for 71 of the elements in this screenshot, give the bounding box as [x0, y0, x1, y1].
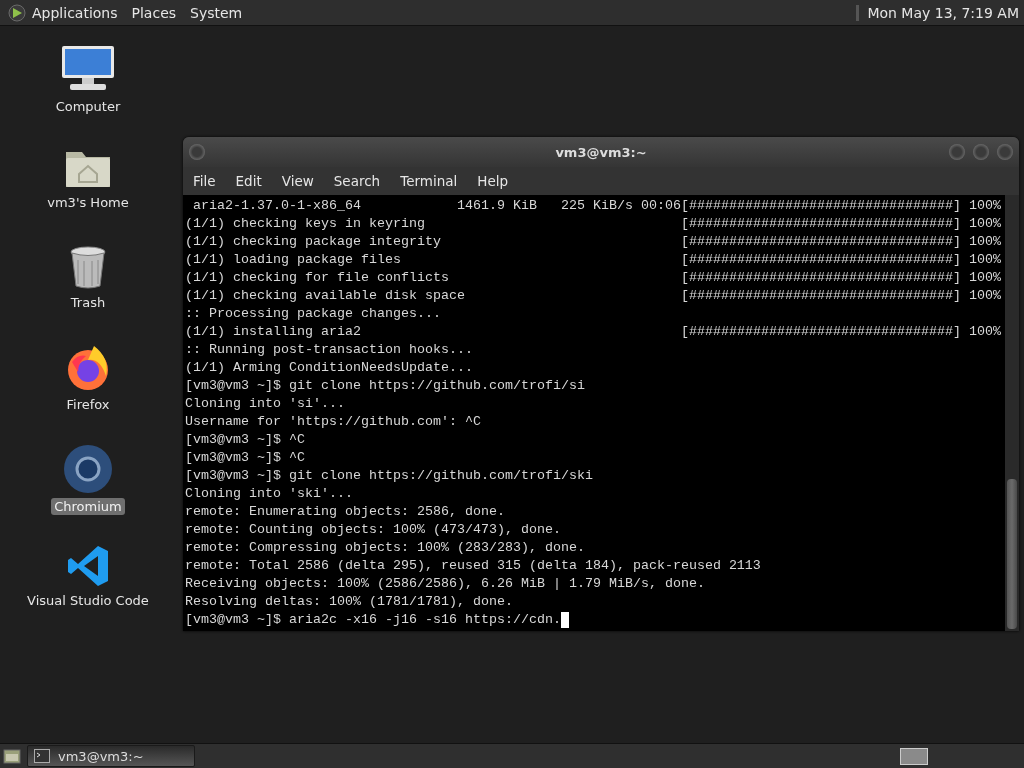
desktop-icon-label[interactable]: Visual Studio Code	[24, 592, 152, 609]
percent-text: 100%	[968, 269, 1001, 287]
terminal-line: aria2-1.37.0-1-x86_64 1461.9 KiB 225 KiB/s 00:06	[192, 197, 681, 215]
terminal-line: [vm3@vm3 ~]$ git clone https://github.com/trofi/ski	[185, 467, 593, 485]
progress-text: [#################################]	[681, 197, 961, 215]
percent-text: 100%	[968, 251, 1001, 269]
menu-item[interactable]: Search	[333, 173, 381, 189]
panel-menu[interactable]: Applications	[32, 4, 118, 21]
monitor-icon	[62, 46, 114, 90]
show-desktop-icon[interactable]	[3, 749, 21, 764]
terminal-line: remote: Compressing objects: 100% (283/283), done.	[185, 539, 585, 557]
percent-text: 100%	[968, 197, 1001, 215]
progress-text: [#################################]	[681, 323, 961, 341]
terminal-line: (1/1) loading package files	[185, 251, 402, 269]
terminal-line: Username for 'https://github.com': ^C	[185, 413, 481, 431]
terminal-line: remote: Total 2586 (delta 295), reused 315 (delta 184), pack-reused 2113	[185, 557, 761, 575]
percent-text: 100%	[968, 233, 1001, 251]
terminal-icon	[34, 749, 50, 763]
terminal-line: (1/1) checking for file conflicts	[185, 269, 450, 287]
terminal-line: :: Running post-transaction hooks...	[185, 341, 473, 359]
menu-item[interactable]: Terminal	[400, 173, 458, 189]
menu-item[interactable]: File	[193, 173, 216, 189]
terminal-line: (1/1) checking package integrity	[185, 233, 442, 251]
desktop-icon-label[interactable]: Computer	[52, 98, 124, 115]
clock[interactable]: Mon May 13, 7:19 AM	[867, 4, 1019, 21]
menu-item[interactable]: Edit	[235, 173, 262, 189]
menu-item[interactable]: View	[281, 173, 314, 189]
terminal-line: Resolving deltas: 100% (1781/1781), done.	[185, 593, 513, 611]
progress-text: [#################################]	[681, 269, 961, 287]
terminal-line: [vm3@vm3 ~]$ ^C	[185, 431, 305, 449]
desktop-icon-label[interactable]: Trash	[67, 294, 109, 311]
firefox-icon	[68, 346, 108, 390]
progress-text: [#################################]	[681, 233, 961, 251]
terminal-line: remote: Enumerating objects: 2586, done.	[185, 503, 505, 521]
progress-text: [#################################]	[681, 215, 961, 233]
home-folder-icon	[66, 152, 110, 187]
panel-menu[interactable]: Places	[131, 4, 177, 21]
terminal-line: (1/1) checking available disk space	[185, 287, 466, 305]
vscode-icon	[68, 546, 108, 586]
terminal-line: (1/1) checking keys in keyring	[185, 215, 426, 233]
desktop-icon-label[interactable]: vm3's Home	[44, 194, 132, 211]
percent-text: 100%	[968, 215, 1001, 233]
desktop-icon-label[interactable]: Chromium	[51, 498, 125, 515]
terminal-line: (1/1) Arming ConditionNeedsUpdate...	[185, 359, 473, 377]
menu-item[interactable]: Help	[477, 173, 509, 189]
play-logo-icon[interactable]	[8, 3, 26, 22]
close-button[interactable]	[997, 144, 1013, 160]
progress-text: [#################################]	[681, 287, 961, 305]
progress-text: [#################################]	[681, 251, 961, 269]
terminal-line: [vm3@vm3 ~]$ ^C	[185, 449, 305, 467]
chromium-icon	[64, 445, 112, 493]
terminal-line: [vm3@vm3 ~]$ git clone https://github.com/trofi/si	[185, 377, 585, 395]
desktop-icon-label[interactable]: Firefox	[63, 396, 113, 413]
percent-text: 100%	[968, 323, 1001, 341]
terminal-line: [vm3@vm3 ~]$ aria2c -x16 -j16 -s16 https://cdn.	[185, 611, 561, 629]
maximize-button[interactable]	[973, 144, 989, 160]
minimize-button[interactable]	[949, 144, 965, 160]
scrollbar[interactable]	[1005, 195, 1019, 631]
terminal-line: Receiving objects: 100% (2586/2586), 6.26 MiB | 1.79 MiB/s, done.	[185, 575, 705, 593]
workspace-switcher[interactable]	[900, 747, 928, 765]
taskbar-button[interactable]: vm3@vm3:~	[27, 745, 195, 767]
trash-icon	[70, 246, 106, 289]
terminal-line: Cloning into 'ski'...	[185, 485, 353, 503]
window-menu-button[interactable]	[189, 144, 205, 160]
terminal-line: Cloning into 'si'...	[185, 395, 345, 413]
panel-menu[interactable]: System	[190, 4, 243, 21]
terminal-line: (1/1) installing aria2	[185, 323, 362, 341]
terminal-line: remote: Counting objects: 100% (473/473), done.	[185, 521, 561, 539]
window-title: vm3@vm3:~	[555, 144, 647, 160]
percent-text: 100%	[968, 287, 1001, 305]
terminal-line: :: Processing package changes...	[185, 305, 441, 323]
